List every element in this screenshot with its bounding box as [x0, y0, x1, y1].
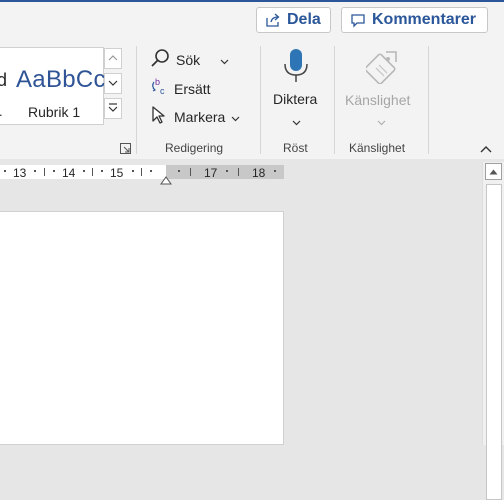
- ruler-number: 14: [62, 166, 76, 180]
- voice-group-label: Röst: [283, 141, 308, 155]
- sensitivity-tag-icon: [364, 48, 400, 89]
- group-separator: [334, 46, 335, 154]
- horizontal-ruler: 13 14 15 17 18: [0, 159, 504, 185]
- share-button[interactable]: Dela: [256, 7, 331, 33]
- ruler-tick: [190, 168, 191, 176]
- ruler-dot: [132, 170, 134, 172]
- scroll-up-button[interactable]: [485, 163, 502, 180]
- scroll-thumb[interactable]: [486, 184, 502, 500]
- dictate-button[interactable]: Diktera: [268, 46, 326, 134]
- ruler-dot: [274, 170, 276, 172]
- vertical-scrollbar[interactable]: [482, 162, 504, 500]
- replace-button[interactable]: bc Ersätt: [150, 77, 211, 100]
- share-icon: [265, 12, 281, 28]
- arrow-up-icon: [489, 167, 498, 177]
- styles-scroll-up-button[interactable]: [104, 48, 122, 69]
- expand-gallery-icon: [108, 102, 118, 115]
- group-separator: [428, 46, 429, 154]
- dictate-label: Diktera: [273, 91, 318, 107]
- ribbon: d . AaBbCc Rubrik 1 Sök bc Ers: [0, 40, 504, 160]
- chevron-down-icon: [220, 52, 229, 68]
- replace-label: Ersätt: [174, 80, 211, 97]
- ruler-tick: [92, 168, 93, 176]
- chevron-down-icon: [108, 78, 118, 89]
- style-heading1-name: Rubrik 1: [28, 104, 81, 120]
- share-label: Dela: [287, 11, 321, 28]
- ruler-tick: [141, 168, 142, 176]
- ruler-dot: [83, 170, 85, 172]
- comments-button[interactable]: Kommentarer: [341, 7, 488, 33]
- find-button[interactable]: Sök: [150, 48, 229, 71]
- ruler-number: 18: [252, 166, 266, 180]
- styles-scroll-down-button[interactable]: [104, 73, 122, 94]
- ruler-bar[interactable]: 13 14 15 17 18: [0, 165, 284, 185]
- cursor-icon: [150, 105, 168, 128]
- select-label: Markera: [174, 108, 226, 125]
- group-separator: [136, 46, 137, 154]
- svg-text:c: c: [160, 86, 165, 96]
- chevron-down-icon: [231, 109, 240, 125]
- style-heading1-sample[interactable]: AaBbCc: [16, 66, 106, 94]
- styles-dialog-launcher[interactable]: [120, 143, 131, 157]
- search-icon: [150, 48, 170, 71]
- title-bar: Dela Kommentarer: [0, 0, 504, 40]
- title-accent: [0, 0, 504, 2]
- style-name-partial: .: [0, 104, 3, 119]
- sensitivity-group-label: Känslighet: [349, 141, 406, 155]
- group-separator: [260, 46, 261, 154]
- collapse-ribbon-button[interactable]: [480, 142, 492, 156]
- ruler-tick: [238, 168, 239, 176]
- ruler-dot: [226, 170, 228, 172]
- select-button[interactable]: Markera: [150, 105, 240, 128]
- ruler-number: 13: [13, 166, 27, 180]
- chevron-up-icon: [108, 53, 118, 64]
- microphone-icon: [281, 48, 311, 91]
- ruler-tick: [44, 168, 45, 176]
- chevron-up-icon: [480, 142, 492, 156]
- ruler-number: 15: [110, 166, 124, 180]
- ruler-dot: [53, 170, 55, 172]
- find-label: Sök: [176, 51, 201, 68]
- comment-icon: [350, 12, 366, 28]
- replace-icon: bc: [150, 77, 168, 100]
- editing-group-label: Redigering: [165, 141, 224, 155]
- ruler-dot: [150, 170, 152, 172]
- chevron-down-icon: [292, 113, 301, 131]
- document-page[interactable]: [0, 211, 284, 445]
- ruler-dot: [178, 170, 180, 172]
- sensitivity-button[interactable]: Känslighet: [342, 46, 422, 134]
- styles-gallery: d . AaBbCc Rubrik 1: [0, 47, 106, 125]
- style-sample-partial[interactable]: d: [0, 70, 7, 91]
- ruler-dot: [4, 170, 6, 172]
- styles-more-button[interactable]: [104, 98, 122, 119]
- indent-marker[interactable]: [160, 174, 172, 188]
- ruler-margin-area: [166, 165, 284, 179]
- chevron-down-icon: [377, 113, 386, 131]
- ruler-dot: [34, 170, 36, 172]
- ruler-number: 17: [204, 166, 218, 180]
- sensitivity-label: Känslighet: [345, 92, 411, 108]
- comments-label: Kommentarer: [372, 11, 477, 28]
- ruler-dot: [101, 170, 103, 172]
